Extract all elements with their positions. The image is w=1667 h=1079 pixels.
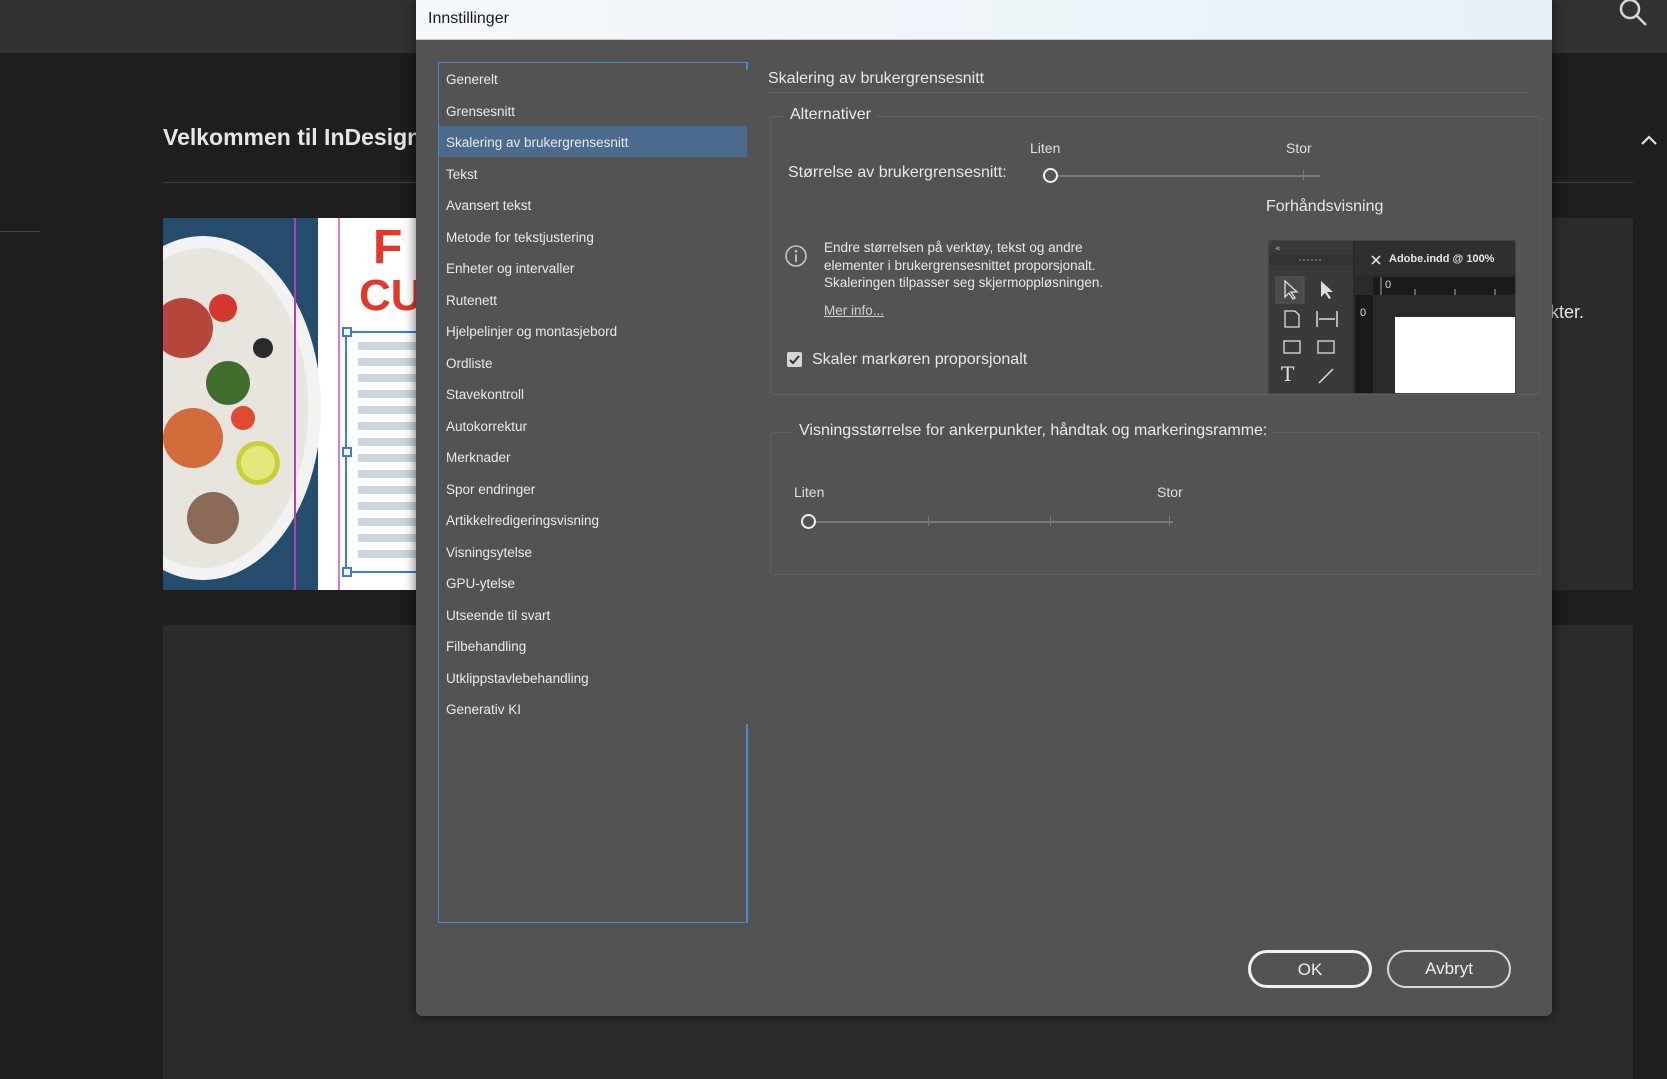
category-item[interactable]: Grensesnitt	[439, 95, 747, 126]
category-item[interactable]: Merknader	[439, 441, 747, 472]
cancel-button[interactable]: Avbryt	[1387, 950, 1511, 988]
ui-size-slider-track[interactable]	[1050, 175, 1320, 177]
preview-tool-panel: « T	[1269, 241, 1353, 393]
search-icon[interactable]	[1618, 0, 1650, 28]
category-item[interactable]: Filbehandling	[439, 630, 747, 661]
info-icon	[785, 245, 807, 267]
preferences-dialog: Innstillinger Generelt Grensesnitt Skaleri…	[416, 0, 1552, 1016]
category-item[interactable]: Enheter og intervaller	[439, 252, 747, 283]
anchor-size-slider-track[interactable]	[808, 521, 1173, 523]
info-text-line-3: Skaleringen tilpasser seg skjermoppløsni…	[824, 275, 1104, 290]
anchor-size-slider-tick-2	[928, 516, 929, 526]
category-item[interactable]: GPU-ytelse	[439, 567, 747, 598]
preview-doc-tab-title: Adobe.indd @ 100%	[1389, 253, 1495, 265]
welcome-title: Velkommen til InDesign,	[163, 124, 428, 150]
ok-button[interactable]: OK	[1248, 950, 1372, 988]
scale-cursor-label[interactable]: Skaler markøren proporsjonalt	[812, 351, 1027, 369]
info-text-line-2: elementer i brukergrensesnittet proporsj…	[824, 258, 1096, 273]
preview-vruler-zero: 0	[1360, 307, 1367, 319]
category-item[interactable]: Generelt	[439, 63, 747, 94]
category-item[interactable]: Skalering av brukergrensesnitt	[439, 126, 747, 157]
preview-vertical-ruler: 0	[1355, 295, 1373, 393]
anchor-size-slider-thumb[interactable]	[800, 514, 816, 529]
svg-text:«: «	[1275, 244, 1281, 254]
ui-size-slider-thumb[interactable]	[1042, 168, 1058, 183]
category-list-border	[746, 62, 748, 923]
category-item[interactable]: Visningsytelse	[439, 536, 747, 567]
svg-text:CU: CU	[359, 271, 423, 320]
anchor-size-group	[770, 432, 1540, 575]
category-item[interactable]: Autokorrektur	[439, 410, 747, 441]
anchor-size-max-label: Stor	[1157, 484, 1183, 500]
category-list[interactable]: Generelt Grensesnitt Skalering av brukergr…	[438, 62, 748, 923]
category-item[interactable]: Spor endringer	[439, 473, 747, 504]
anchor-size-group-label: Visningsstørrelse for ankerpunkter, hånd…	[793, 422, 1274, 440]
chevron-up-icon[interactable]	[1640, 134, 1658, 146]
preview-ruler: 0	[1355, 277, 1515, 295]
info-text-line-1: Endre størrelsen på verktøy, tekst og an…	[824, 240, 1083, 255]
more-info-link[interactable]: Mer info...	[824, 303, 884, 318]
category-item[interactable]: Metode for tekstjustering	[439, 221, 747, 252]
left-divider	[0, 231, 40, 232]
ui-size-label: Størrelse av brukergrensesnitt:	[788, 164, 1007, 181]
category-item[interactable]: Stavekontroll	[439, 378, 747, 409]
close-icon	[1371, 255, 1381, 265]
hero-image[interactable]: F CU	[163, 218, 423, 590]
svg-text:T: T	[1281, 362, 1295, 386]
preview-page	[1395, 317, 1515, 393]
dialog-titlebar[interactable]: Innstillinger	[416, 0, 1552, 40]
anchor-size-min-label: Liten	[794, 484, 825, 500]
preview-ruler-zero: 0	[1385, 279, 1392, 291]
anchor-size-slider-tick-3	[1050, 516, 1051, 526]
category-item[interactable]: Rutenett	[439, 284, 747, 315]
category-item[interactable]: Artikkelredigeringsvisning	[439, 504, 747, 535]
preview-label: Forhåndsvisning	[1266, 198, 1384, 215]
category-item[interactable]: Utseende til svart	[439, 599, 747, 630]
section-heading: Skalering av brukergrensesnitt	[768, 70, 985, 87]
category-item[interactable]: Avansert tekst	[439, 189, 747, 220]
ui-size-max-label: Stor	[1286, 140, 1312, 156]
ui-scale-preview: « T Adobe.indd @ 100% 0 0	[1268, 240, 1516, 394]
anchor-size-slider-tick-4	[1169, 516, 1170, 526]
category-item[interactable]: Generativ KI	[439, 693, 747, 724]
svg-text:F: F	[373, 221, 402, 274]
checkmark-icon	[789, 355, 800, 365]
ui-size-slider-end-tick	[1303, 170, 1304, 180]
category-item[interactable]: Tekst	[439, 158, 747, 189]
category-item[interactable]: Ordliste	[439, 347, 747, 378]
screen: Velkommen til InDesign, ekter. F CU Inns…	[0, 0, 1667, 1079]
category-item[interactable]: Utklippstavlebehandling	[439, 662, 747, 693]
scale-cursor-checkbox[interactable]	[787, 352, 802, 367]
category-item[interactable]: Hjelpelinjer og montasjebord	[439, 315, 747, 346]
options-group-label: Alternativer	[784, 106, 877, 124]
ui-size-min-label: Liten	[1030, 140, 1061, 156]
section-heading-rule	[768, 92, 1532, 93]
dialog-title: Innstillinger	[428, 10, 509, 27]
